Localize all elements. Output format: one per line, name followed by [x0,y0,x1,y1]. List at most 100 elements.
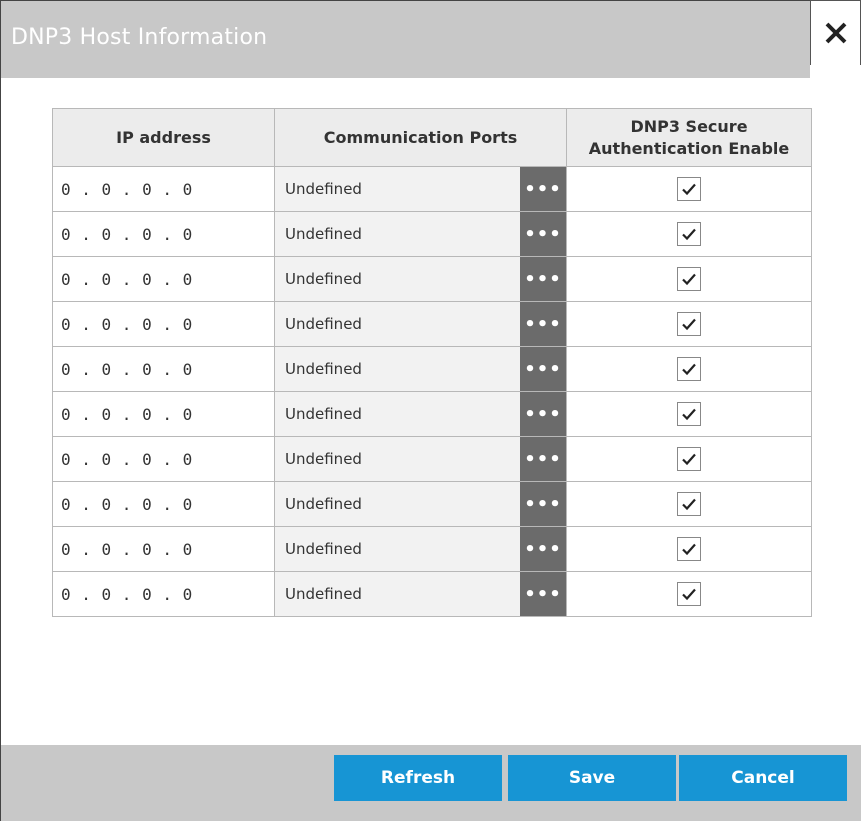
auth-enable-cell [566,301,812,347]
table-header-row: IP address Communication Ports DNP3 Secu… [52,108,812,167]
column-header-auth-line2: Authentication Enable [588,138,790,158]
ip-address-field[interactable]: 0 . 0 . 0 . 0 [52,166,275,212]
communication-port-cell: Undefined ••• [274,436,567,482]
checkmark-icon [682,408,696,421]
checkmark-icon [682,363,696,376]
cancel-button[interactable]: Cancel [679,755,847,801]
ip-address-field[interactable]: 0 . 0 . 0 . 0 [52,301,275,347]
communication-port-cell: Undefined ••• [274,211,567,257]
ip-address-value: 0 . 0 . 0 . 0 [61,584,193,604]
auth-enable-cell [566,526,812,572]
auth-enable-cell [566,391,812,437]
communication-port-cell: Undefined ••• [274,571,567,617]
port-browse-button[interactable]: ••• [520,302,566,346]
ip-address-value: 0 . 0 . 0 . 0 [61,269,193,289]
host-table: IP address Communication Ports DNP3 Secu… [52,108,812,617]
communication-port-value: Undefined [285,180,362,198]
communication-port-cell: Undefined ••• [274,301,567,347]
communication-port-value: Undefined [285,225,362,243]
table-row: 0 . 0 . 0 . 0 Undefined ••• [52,391,812,437]
communication-port-value: Undefined [285,315,362,333]
port-browse-button[interactable]: ••• [520,527,566,571]
auth-enable-cell [566,571,812,617]
ip-address-value: 0 . 0 . 0 . 0 [61,449,193,469]
ip-address-field[interactable]: 0 . 0 . 0 . 0 [52,256,275,302]
auth-enable-cell [566,346,812,392]
save-button[interactable]: Save [508,755,676,801]
ip-address-field[interactable]: 0 . 0 . 0 . 0 [52,526,275,572]
ip-address-field[interactable]: 0 . 0 . 0 . 0 [52,211,275,257]
ip-address-field[interactable]: 0 . 0 . 0 . 0 [52,391,275,437]
ip-address-field[interactable]: 0 . 0 . 0 . 0 [52,346,275,392]
communication-port-value: Undefined [285,270,362,288]
auth-enable-checkbox[interactable] [677,312,701,336]
communication-port-cell: Undefined ••• [274,391,567,437]
checkmark-icon [682,318,696,331]
auth-enable-checkbox[interactable] [677,537,701,561]
auth-enable-checkbox[interactable] [677,177,701,201]
auth-enable-checkbox[interactable] [677,222,701,246]
table-row: 0 . 0 . 0 . 0 Undefined ••• [52,346,812,392]
auth-enable-cell [566,166,812,212]
auth-enable-cell [566,436,812,482]
port-browse-button[interactable]: ••• [520,347,566,391]
communication-port-value: Undefined [285,450,362,468]
title-bar: DNP3 Host Information [1,0,810,78]
column-header-auth: DNP3 Secure Authentication Enable [566,108,812,167]
table-row: 0 . 0 . 0 . 0 Undefined ••• [52,256,812,302]
auth-enable-checkbox[interactable] [677,267,701,291]
ip-address-field[interactable]: 0 . 0 . 0 . 0 [52,481,275,527]
port-browse-button[interactable]: ••• [520,392,566,436]
refresh-button[interactable]: Refresh [334,755,502,801]
column-header-ip: IP address [52,108,275,167]
communication-port-cell: Undefined ••• [274,256,567,302]
table-row: 0 . 0 . 0 . 0 Undefined ••• [52,436,812,482]
ip-address-value: 0 . 0 . 0 . 0 [61,314,193,334]
close-icon [825,22,846,44]
port-browse-button[interactable]: ••• [520,437,566,481]
communication-port-cell: Undefined ••• [274,526,567,572]
auth-enable-cell [566,211,812,257]
port-browse-button[interactable]: ••• [520,167,566,211]
ip-address-field[interactable]: 0 . 0 . 0 . 0 [52,571,275,617]
checkmark-icon [682,453,696,466]
table-row: 0 . 0 . 0 . 0 Undefined ••• [52,301,812,347]
port-browse-button[interactable]: ••• [520,482,566,526]
ip-address-value: 0 . 0 . 0 . 0 [61,494,193,514]
column-header-auth-line1: DNP3 Secure [630,116,748,136]
checkmark-icon [682,183,696,196]
checkmark-icon [682,543,696,556]
checkmark-icon [682,588,696,601]
checkmark-icon [682,273,696,286]
communication-port-value: Undefined [285,540,362,558]
table-row: 0 . 0 . 0 . 0 Undefined ••• [52,526,812,572]
ip-address-value: 0 . 0 . 0 . 0 [61,224,193,244]
port-browse-button[interactable]: ••• [520,572,566,616]
ip-address-value: 0 . 0 . 0 . 0 [61,179,193,199]
auth-enable-checkbox[interactable] [677,447,701,471]
table-row: 0 . 0 . 0 . 0 Undefined ••• [52,211,812,257]
communication-port-cell: Undefined ••• [274,166,567,212]
communication-port-value: Undefined [285,360,362,378]
communication-port-cell: Undefined ••• [274,481,567,527]
ip-address-value: 0 . 0 . 0 . 0 [61,539,193,559]
checkmark-icon [682,498,696,511]
ip-address-value: 0 . 0 . 0 . 0 [61,404,193,424]
auth-enable-cell [566,481,812,527]
auth-enable-checkbox[interactable] [677,357,701,381]
table-row: 0 . 0 . 0 . 0 Undefined ••• [52,166,812,212]
column-header-ports: Communication Ports [274,108,567,167]
close-button[interactable] [810,0,861,65]
port-browse-button[interactable]: ••• [520,212,566,256]
ip-address-value: 0 . 0 . 0 . 0 [61,359,193,379]
checkmark-icon [682,228,696,241]
auth-enable-checkbox[interactable] [677,582,701,606]
auth-enable-checkbox[interactable] [677,402,701,426]
communication-port-value: Undefined [285,495,362,513]
port-browse-button[interactable]: ••• [520,257,566,301]
auth-enable-cell [566,256,812,302]
communication-port-value: Undefined [285,405,362,423]
ip-address-field[interactable]: 0 . 0 . 0 . 0 [52,436,275,482]
auth-enable-checkbox[interactable] [677,492,701,516]
dnp3-host-dialog: DNP3 Host Information IP address Communi… [0,0,861,821]
